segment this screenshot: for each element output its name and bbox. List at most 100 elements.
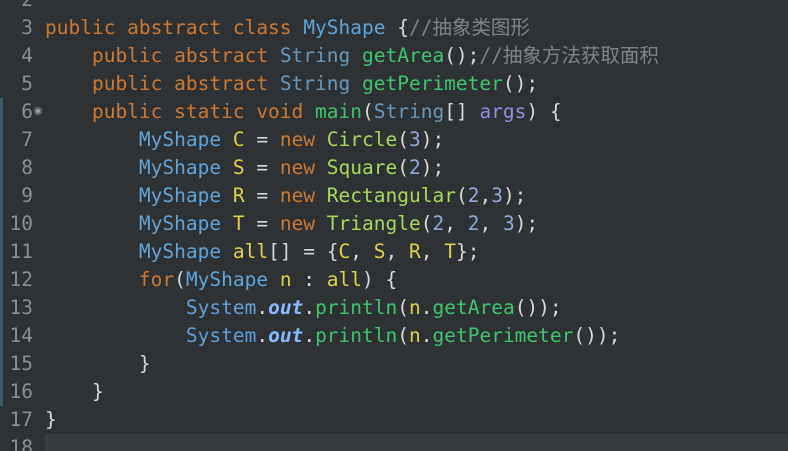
code-line[interactable]: 11 MyShape all[] = {C, S, R, T};: [0, 238, 788, 266]
code-token: MyShape: [45, 212, 233, 235]
line-number: 11: [9, 240, 33, 263]
line-number: 13: [9, 296, 33, 319]
code-line[interactable]: 14 System.out.println(n.getPerimeter());: [0, 322, 788, 350]
code-token: ());: [573, 324, 621, 347]
code-token: MyShape: [185, 268, 280, 291]
code-token: C: [232, 128, 245, 151]
code-text: for(MyShape n : all) {: [45, 266, 397, 294]
code-token: getPerimeter: [432, 324, 574, 347]
code-token: S: [373, 240, 386, 263]
code-token: );: [420, 156, 445, 179]
code-token: public abstract: [45, 72, 280, 95]
code-text: public abstract String getArea();//抽象方法获…: [45, 42, 659, 70]
code-token: ) {: [362, 268, 398, 291]
code-text: public static void main(String[] args) {: [45, 98, 562, 126]
code-token: main: [315, 100, 362, 123]
code-line[interactable]: 18: [0, 434, 788, 451]
code-token: 2: [467, 184, 480, 207]
line-number: 14: [9, 324, 33, 347]
code-token: 3: [409, 128, 421, 151]
code-token: ) {: [526, 100, 562, 123]
code-token: new: [279, 212, 327, 235]
code-line[interactable]: 9 MyShape R = new Rectangular(2,3);: [0, 182, 788, 210]
code-token: String: [373, 100, 445, 123]
code-token: //抽象方法获取面积: [479, 44, 659, 67]
code-token: (: [174, 268, 186, 291]
code-token: Square: [326, 156, 398, 179]
code-token: ,: [479, 184, 492, 207]
code-token: :: [291, 268, 327, 291]
code-line[interactable]: 4 public abstract String getArea();//抽象方…: [0, 42, 788, 70]
code-token: [] = {: [268, 240, 339, 263]
code-line[interactable]: 3 public abstract class MyShape {//抽象类图形: [0, 14, 788, 42]
code-token: String: [279, 72, 362, 95]
code-token: .: [420, 324, 433, 347]
code-token: System: [45, 324, 257, 347]
code-text: MyShape T = new Triangle(2, 2, 3);: [45, 210, 538, 238]
code-token: S: [232, 156, 245, 179]
line-number: 12: [9, 268, 33, 291]
code-token: n: [279, 268, 292, 291]
code-token: R: [232, 184, 245, 207]
code-token: }: [45, 408, 57, 431]
code-token: MyShape: [45, 240, 233, 263]
code-token: }: [45, 352, 151, 375]
code-line[interactable]: 2: [0, 0, 788, 14]
code-line[interactable]: 17}: [0, 406, 788, 434]
code-text: MyShape R = new Rectangular(2,3);: [45, 182, 527, 210]
code-token: public abstract: [45, 44, 280, 67]
line-number: 2: [0, 0, 33, 14]
line-number: 18: [9, 436, 33, 451]
code-token: System: [45, 296, 257, 319]
code-token: {: [385, 16, 409, 39]
line-number: 10: [9, 212, 33, 235]
code-token: all: [232, 240, 269, 263]
code-line[interactable]: 15 }: [0, 350, 788, 378]
code-line[interactable]: 10 MyShape T = new Triangle(2, 2, 3);: [0, 210, 788, 238]
code-token: 3: [491, 184, 503, 207]
code-token: n: [409, 296, 421, 319]
code-text: System.out.println(n.getArea());: [45, 294, 562, 322]
code-editor[interactable]: 23public abstract class MyShape {//抽象类图形…: [0, 0, 788, 451]
code-token: for: [45, 268, 175, 291]
code-token: .: [256, 324, 269, 347]
code-line[interactable]: 16 }: [0, 378, 788, 406]
code-line[interactable]: 6 public static void main(String[] args)…: [0, 98, 788, 126]
code-line[interactable]: 8 MyShape S = new Square(2);: [0, 154, 788, 182]
code-token: );: [502, 184, 527, 207]
code-text: public abstract String getPerimeter();: [45, 70, 538, 98]
code-line[interactable]: 13 System.out.println(n.getArea());: [0, 294, 788, 322]
code-token: 2: [467, 212, 480, 235]
code-text: System.out.println(n.getPerimeter());: [45, 322, 620, 350]
code-line[interactable]: 12 for(MyShape n : all) {: [0, 266, 788, 294]
code-token: =: [244, 156, 280, 179]
code-token: .: [303, 296, 316, 319]
code-token: out: [268, 296, 304, 319]
code-token: .: [303, 324, 316, 347]
code-line[interactable]: 5 public abstract String getPerimeter();: [0, 70, 788, 98]
code-token: new: [279, 156, 327, 179]
code-token: ,: [479, 212, 503, 235]
code-token: };: [455, 240, 480, 263]
code-token: []: [444, 100, 480, 123]
line-number: 7: [21, 128, 33, 151]
code-token: MyShape: [45, 156, 233, 179]
code-token: MyShape: [303, 16, 386, 39]
code-token: (: [397, 324, 409, 347]
code-text: }: [45, 406, 57, 434]
line-number: 4: [21, 44, 33, 67]
code-token: ,: [444, 212, 468, 235]
code-line[interactable]: 7 MyShape C = new Circle(3);: [0, 126, 788, 154]
code-token: getPerimeter: [362, 72, 503, 95]
code-token: ();: [502, 72, 539, 95]
code-text: public abstract class MyShape {//抽象类图形: [45, 14, 530, 42]
code-token: ,: [350, 240, 374, 263]
code-token: all: [326, 268, 363, 291]
code-text: MyShape all[] = {C, S, R, T};: [45, 238, 480, 266]
fold-collapse-icon[interactable]: [34, 107, 42, 115]
code-token: Circle: [326, 128, 398, 151]
code-token: //抽象类图形: [408, 16, 530, 39]
code-token: ();: [444, 44, 480, 67]
code-token: (: [362, 100, 374, 123]
line-number: 16: [9, 380, 33, 403]
